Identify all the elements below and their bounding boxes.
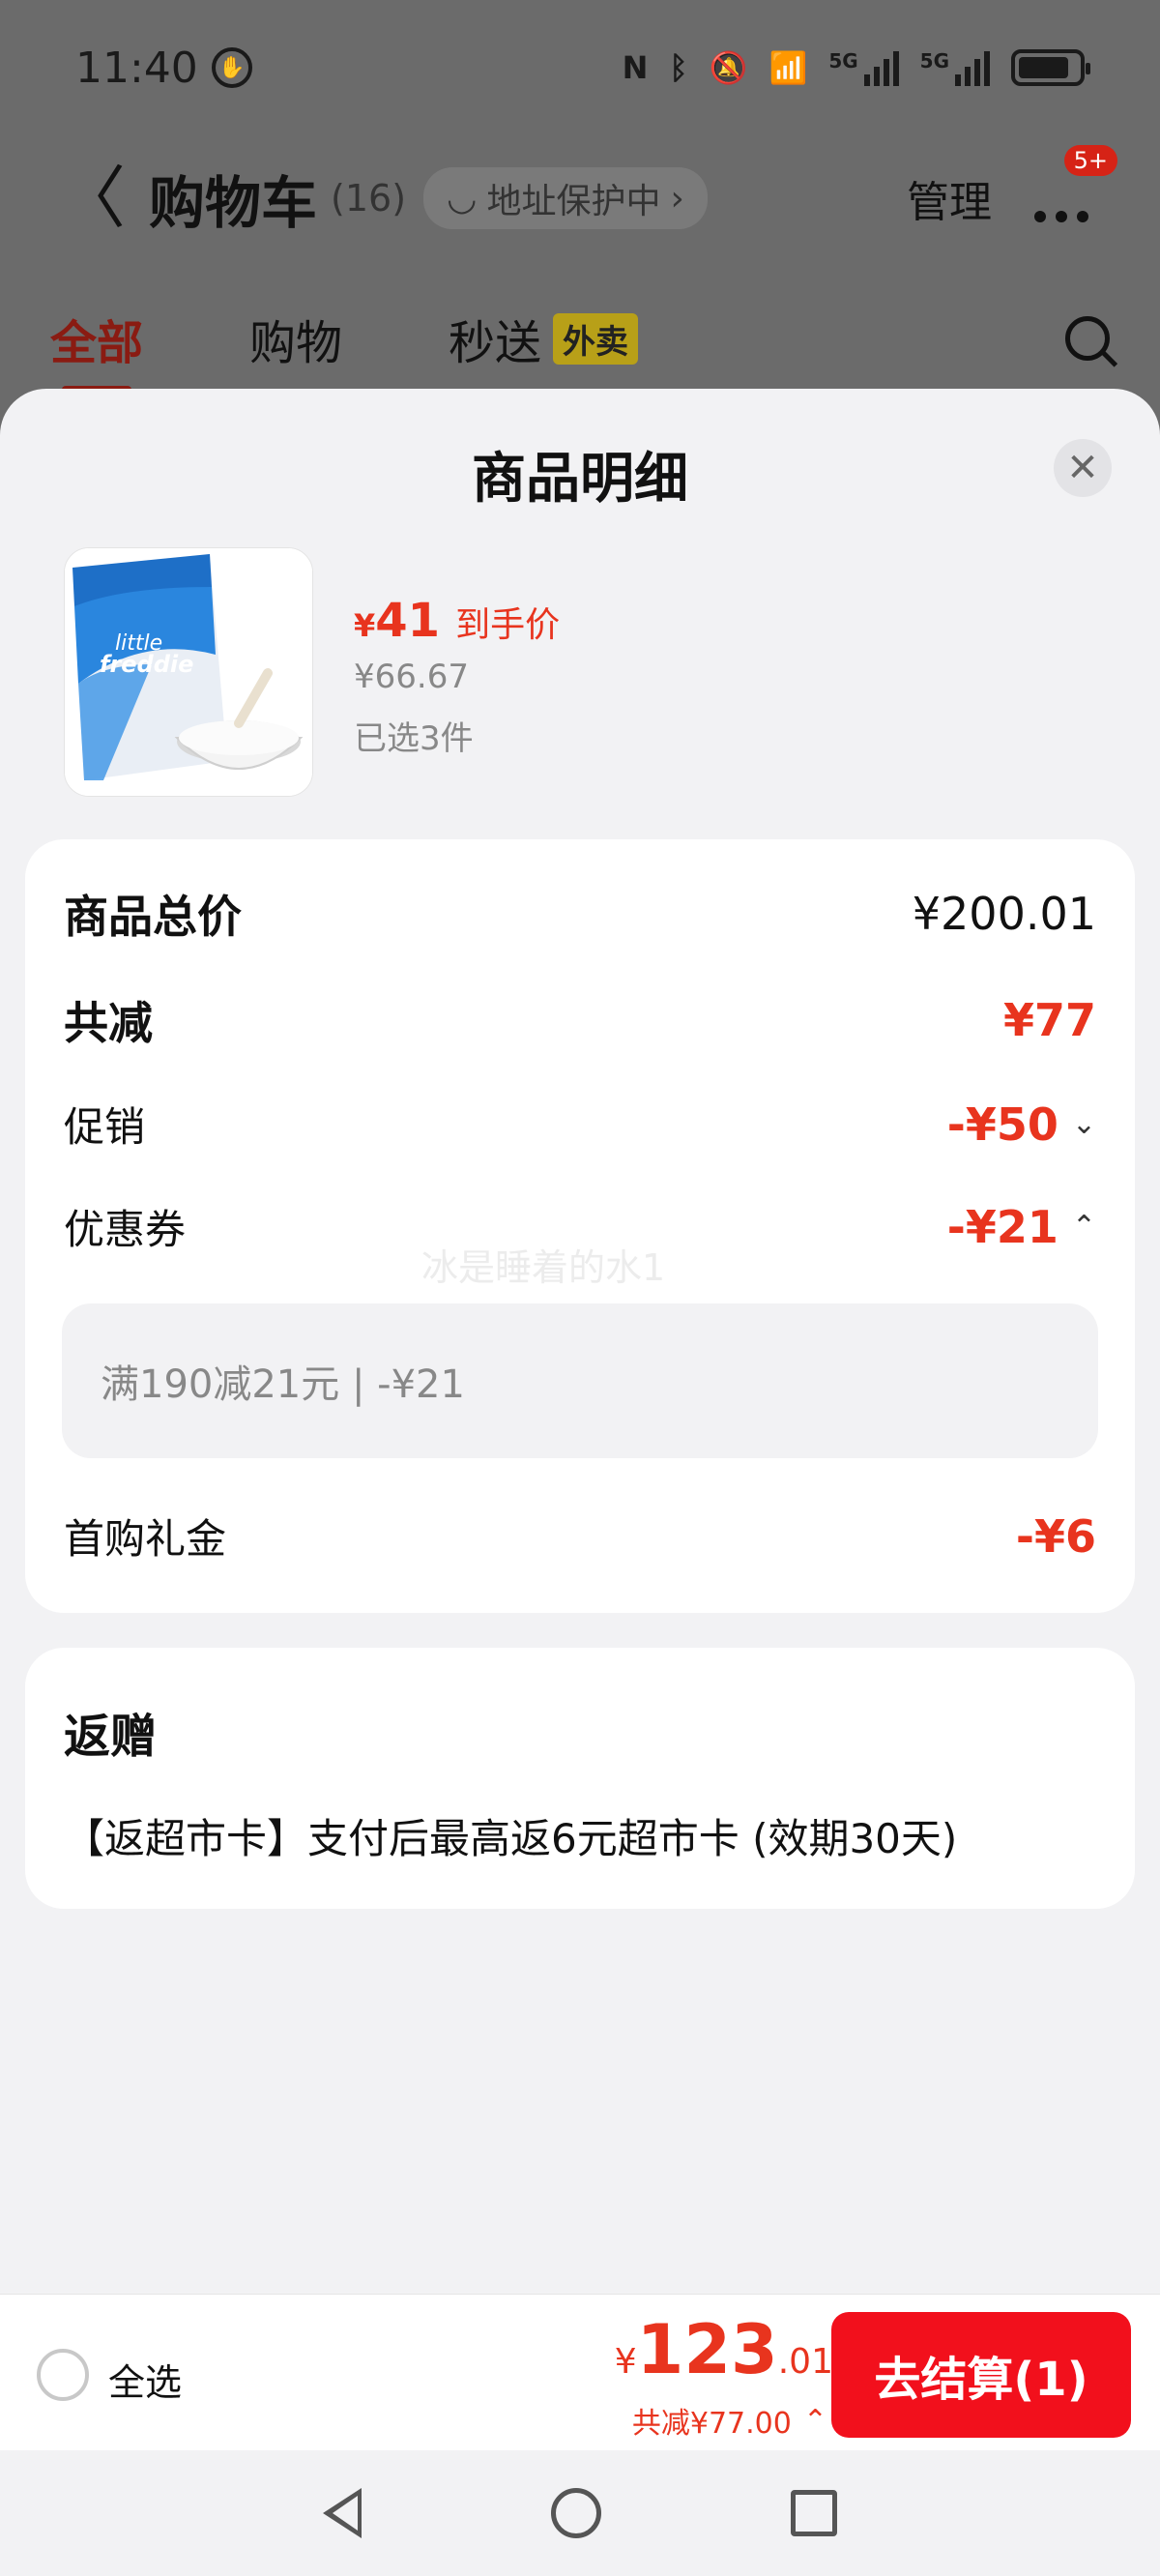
tab-shopping[interactable]: 购物 — [249, 305, 342, 372]
discount-row: 共减 ¥77 — [64, 988, 1096, 1052]
address-protection-label: 地址保护中 — [486, 182, 661, 221]
select-all-label[interactable]: 全选 — [108, 2353, 182, 2406]
product-detail-sheet: 商品明细 ✕ little freddie ¥ 41 到手价 ¥66.67 已选… — [0, 389, 1160, 2294]
close-icon: ✕ — [1066, 446, 1099, 490]
rebate-card: 返赠 【返超市卡】支付后最高返6元超市卡 (效期30天) — [25, 1648, 1135, 1909]
total-price-row: 商品总价 ¥200.01 — [64, 882, 1096, 946]
coupon-label: 优惠券 — [64, 1206, 187, 1253]
promotion-row[interactable]: 促销 -¥50 ⌄ — [64, 1095, 1096, 1154]
system-nav-bar — [0, 2450, 1160, 2576]
first-purchase-gift-row: 首购礼金 -¥6 — [64, 1507, 1096, 1566]
wifi-icon: 📶 — [768, 49, 808, 86]
manage-button[interactable]: 管理 — [907, 167, 992, 229]
total-price-value: ¥200.01 — [912, 888, 1096, 940]
message-badge: 5+ — [1063, 145, 1117, 176]
chevron-down-icon[interactable]: ⌄ — [1072, 1107, 1096, 1141]
final-price-label: 到手价 — [455, 605, 561, 645]
status-time: 11:40 — [75, 43, 198, 93]
currency-symbol: ¥ — [354, 607, 376, 644]
cell-signal-icon: 5G — [828, 49, 899, 86]
address-protection-pill[interactable]: ◡ 地址保护中 › — [423, 167, 708, 229]
page-title: 购物车 — [149, 170, 318, 236]
battery-icon — [1011, 49, 1090, 86]
svg-text:freddie: freddie — [100, 651, 193, 678]
first-purchase-gift-value: -¥6 — [1015, 1509, 1096, 1563]
coupon-value: -¥21 — [946, 1200, 1058, 1253]
watermark: 冰是睡着的水1 — [421, 1246, 666, 1289]
status-icons: N ᛒ 🔕 📶 5G 5G — [622, 49, 1090, 86]
status-bar: 11:40 ✋ N ᛒ 🔕 📶 5G 5G — [0, 0, 1160, 135]
rebate-text: 【返超市卡】支付后最高返6元超市卡 (效期30天) — [64, 1815, 958, 1862]
checkout-bar: 全选 ¥ 123 .01 共减¥77.00 ⌃ 去结算(1) — [0, 2294, 1160, 2450]
nav-recents-icon[interactable] — [791, 2490, 837, 2536]
chevron-right-icon: › — [670, 178, 684, 219]
discount-value: ¥77 — [1002, 994, 1096, 1046]
selected-count: 已选3件 — [354, 719, 474, 758]
price-summary-card: 商品总价 ¥200.01 共减 ¥77 促销 -¥50 ⌄ 优惠券 -¥21 ⌃… — [25, 839, 1135, 1613]
promotion-label: 促销 — [64, 1103, 146, 1151]
nfc-icon: N — [622, 49, 649, 86]
checkout-button[interactable]: 去结算(1) — [831, 2312, 1131, 2438]
chevron-up-icon[interactable]: ⌃ — [1072, 1210, 1096, 1244]
sheet-title: 商品明细 — [472, 448, 688, 511]
cart-tabs: 全部 购物 秒送 外卖 — [0, 290, 1160, 394]
rebate-title: 返赠 — [64, 1710, 158, 1764]
product-image[interactable]: little freddie — [64, 547, 313, 797]
select-all-checkbox[interactable] — [37, 2349, 89, 2401]
tab-all[interactable]: 全部 — [50, 305, 143, 394]
cart-count: (16) — [331, 177, 407, 220]
search-icon[interactable] — [1065, 316, 1110, 361]
more-button[interactable]: 5+ — [1034, 145, 1117, 222]
total-discount-toggle[interactable]: 共减¥77.00 ⌃ — [632, 2399, 827, 2442]
total-discount-text: 共减¥77.00 — [631, 2407, 792, 2441]
original-price: ¥66.67 — [354, 658, 469, 696]
coupon-detail: 满190减21元 | -¥21 — [62, 1303, 1098, 1458]
more-icon — [1034, 211, 1088, 222]
cell-signal-icon: 5G — [920, 49, 990, 86]
discount-label: 共减 — [64, 997, 153, 1049]
close-button[interactable]: ✕ — [1054, 439, 1112, 497]
rice-cereal-package-image: little freddie — [65, 548, 312, 796]
takeout-tag: 外卖 — [553, 312, 639, 365]
shield-icon: ◡ — [447, 178, 478, 219]
nav-home-icon[interactable] — [551, 2488, 601, 2538]
total-amount: ¥ 123 .01 — [614, 2310, 833, 2389]
first-purchase-gift-label: 首购礼金 — [64, 1515, 227, 1563]
final-price: ¥ 41 到手价 — [354, 594, 560, 648]
bluetooth-icon: ᛒ — [669, 49, 688, 86]
gesture-icon: ✋ — [211, 47, 252, 88]
tab-express[interactable]: 秒送 外卖 — [449, 305, 639, 372]
back-icon[interactable]: 〈 — [58, 164, 126, 232]
mute-icon: 🔕 — [709, 49, 748, 86]
nav-back-icon[interactable] — [323, 2488, 362, 2538]
final-price-value: 41 — [375, 594, 441, 648]
promotion-value: -¥50 — [946, 1098, 1058, 1151]
total-price-label: 商品总价 — [64, 891, 242, 943]
cart-header: 〈 购物车 (16) ◡ 地址保护中 › 管理 5+ — [0, 145, 1160, 251]
chevron-up-icon: ⌃ — [802, 2403, 827, 2438]
